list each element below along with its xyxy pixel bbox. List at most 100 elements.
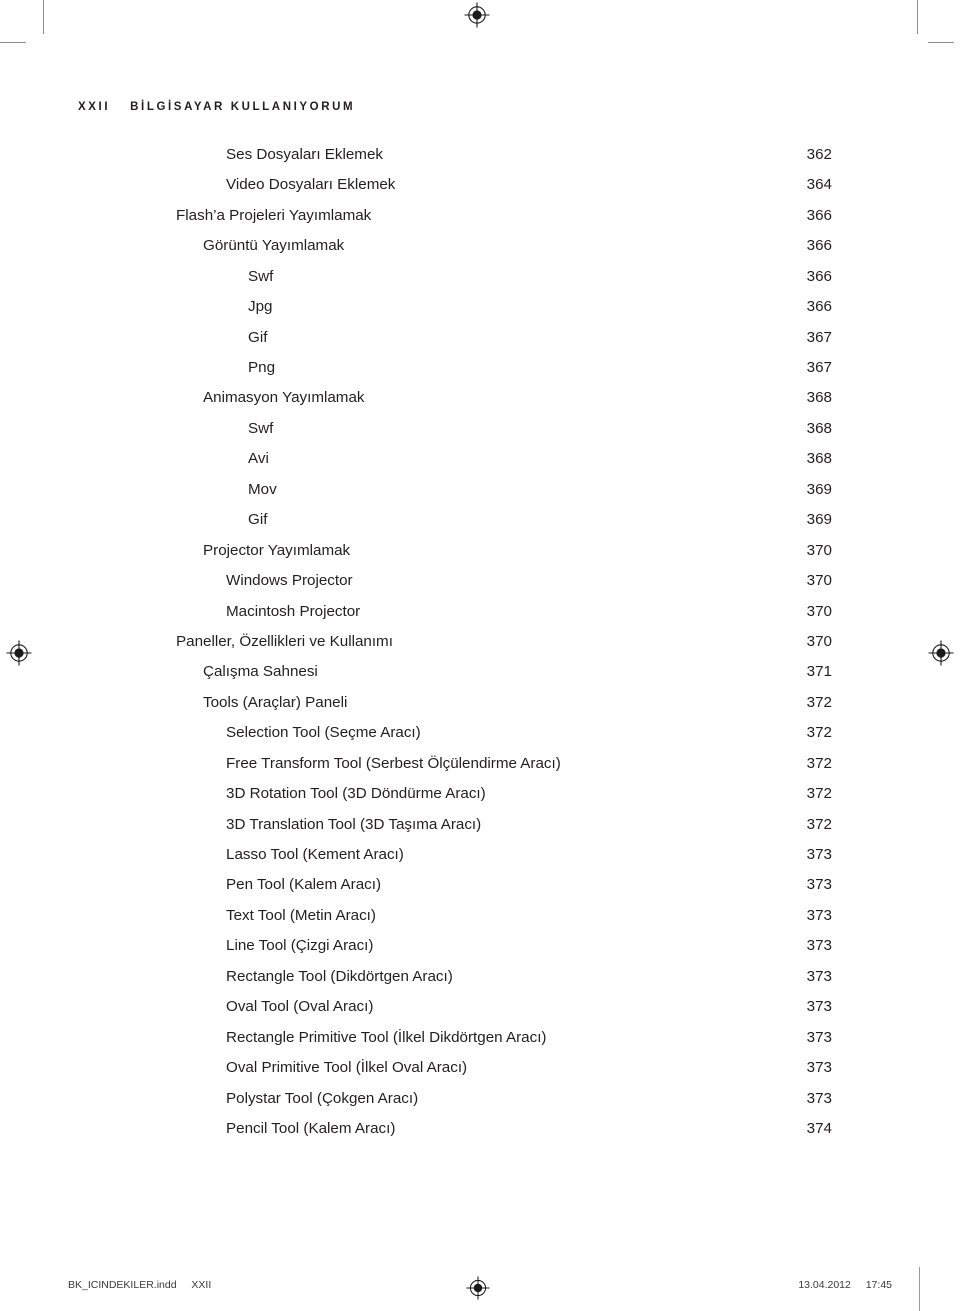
- toc-entry[interactable]: Avi 368: [78, 444, 832, 474]
- toc-entry[interactable]: Gif 367: [78, 323, 832, 353]
- toc-entry[interactable]: Video Dosyaları Eklemek 364: [78, 170, 832, 200]
- toc-entry-page-number: 366: [806, 237, 832, 255]
- toc-entry-page-number: 366: [806, 206, 832, 224]
- toc-entry-page-number: 372: [806, 754, 832, 772]
- toc-entry[interactable]: Projector Yayımlamak 370: [78, 536, 832, 566]
- toc-entry-title: Oval Tool (Oval Aracı): [226, 998, 374, 1016]
- registration-mark-right-middle: [928, 640, 954, 666]
- toc-entry-title: Swf: [248, 267, 274, 285]
- toc-entry-title: Avi: [248, 450, 269, 468]
- toc-entry-page-number: 374: [806, 1119, 832, 1137]
- toc-entry[interactable]: Png 367: [78, 353, 832, 383]
- toc-entry-title: Text Tool (Metin Aracı): [226, 906, 376, 924]
- toc-entry-page-number: 370: [806, 632, 832, 650]
- toc-entry-page-number: 373: [806, 1089, 832, 1107]
- toc-entry-page-number: 373: [806, 906, 832, 924]
- toc-entry-page-number: 370: [806, 541, 832, 559]
- toc-entry[interactable]: Çalışma Sahnesi 371: [78, 657, 832, 687]
- toc-entry-title: Swf: [248, 419, 274, 437]
- toc-entry[interactable]: Animasyon Yayımlamak 368: [78, 384, 832, 414]
- toc-entry[interactable]: Paneller, Özellikleri ve Kullanımı 370: [78, 627, 832, 657]
- toc-entry-page-number: 372: [806, 815, 832, 833]
- crop-mark-top-right-vertical: [917, 0, 918, 34]
- toc-entry-title: Flash’a Projeleri Yayımlamak: [176, 206, 372, 224]
- toc-entry[interactable]: 3D Translation Tool (3D Taşıma Aracı) 372: [78, 810, 832, 840]
- toc-entry[interactable]: Rectangle Primitive Tool (İlkel Dikdörtg…: [78, 1023, 832, 1053]
- toc-entry[interactable]: Windows Projector 370: [78, 566, 832, 596]
- toc-entry[interactable]: Oval Tool (Oval Aracı) 373: [78, 992, 832, 1022]
- toc-entry-page-number: 364: [806, 176, 832, 194]
- footer-filename-block: BK_ICINDEKILER.indd XXII: [68, 1279, 211, 1291]
- running-head-folio: XXII: [78, 101, 111, 113]
- toc-entry[interactable]: Jpg 366: [78, 292, 832, 322]
- toc-entry-title: Çalışma Sahnesi: [203, 663, 318, 681]
- toc-entry-page-number: 368: [806, 419, 832, 437]
- toc-entry-title: Lasso Tool (Kement Aracı): [226, 846, 404, 864]
- toc-entry-page-number: 373: [806, 876, 832, 894]
- toc-entry-title: Line Tool (Çizgi Aracı): [226, 937, 374, 955]
- toc-entry-title: Windows Projector: [226, 572, 353, 590]
- toc-entry-page-number: 366: [806, 267, 832, 285]
- toc-entry[interactable]: Swf 368: [78, 414, 832, 444]
- toc-entry-page-number: 369: [806, 511, 832, 529]
- toc-entry[interactable]: Macintosh Projector 370: [78, 597, 832, 627]
- toc-entry[interactable]: Mov 369: [78, 475, 832, 505]
- registration-mark-left-middle: [6, 640, 32, 666]
- toc-entry[interactable]: Görüntü Yayımlamak 366: [78, 231, 832, 261]
- toc-entry-title: Paneller, Özellikleri ve Kullanımı: [176, 632, 393, 650]
- footer-timestamp-block: 13.04.2012 17:45: [798, 1279, 892, 1291]
- page-footer: BK_ICINDEKILER.indd XXII 13.04.2012 17:4…: [0, 1267, 960, 1311]
- toc-entry-title: Free Transform Tool (Serbest Ölçülendirm…: [226, 754, 561, 772]
- footer-date: 13.04.2012: [798, 1279, 851, 1291]
- running-head: XXII BİLGİSAYAR KULLANIYORUM: [78, 101, 355, 113]
- toc-entry-page-number: 362: [806, 145, 832, 163]
- toc-entry-title: Gif: [248, 328, 268, 346]
- toc-entry[interactable]: Rectangle Tool (Dikdörtgen Aracı) 373: [78, 962, 832, 992]
- toc-entry-title: Mov: [248, 480, 277, 498]
- toc-entry-title: Tools (Araçlar) Paneli: [203, 693, 348, 711]
- toc-entry[interactable]: Selection Tool (Seçme Aracı) 372: [78, 718, 832, 748]
- toc-entry-page-number: 373: [806, 846, 832, 864]
- toc-entry-title: Ses Dosyaları Eklemek: [226, 145, 383, 163]
- toc-entry[interactable]: Line Tool (Çizgi Aracı) 373: [78, 931, 832, 961]
- toc-entry[interactable]: Free Transform Tool (Serbest Ölçülendirm…: [78, 749, 832, 779]
- toc-entry-title: Polystar Tool (Çokgen Aracı): [226, 1089, 419, 1107]
- toc-entry-page-number: 366: [806, 298, 832, 316]
- toc-entry[interactable]: Gif 369: [78, 505, 832, 535]
- toc-entry-title: Animasyon Yayımlamak: [203, 389, 365, 407]
- toc-entry-page-number: 369: [806, 480, 832, 498]
- running-head-title: BİLGİSAYAR KULLANIYORUM: [130, 101, 356, 113]
- toc-entry-page-number: 367: [806, 328, 832, 346]
- toc-entry-page-number: 373: [806, 967, 832, 985]
- toc-entry[interactable]: Flash’a Projeleri Yayımlamak 366: [78, 201, 832, 231]
- toc-entry-page-number: 370: [806, 602, 832, 620]
- toc-entry[interactable]: Swf 366: [78, 262, 832, 292]
- toc-entry-title: Pen Tool (Kalem Aracı): [226, 876, 382, 894]
- toc-entry-title: Görüntü Yayımlamak: [203, 237, 345, 255]
- toc-entry-page-number: 371: [806, 663, 832, 681]
- crop-mark-top-left-horizontal: [0, 42, 26, 43]
- toc-entry-title: Jpg: [248, 298, 273, 316]
- toc-entry-title: Video Dosyaları Eklemek: [226, 176, 396, 194]
- toc-entry[interactable]: Oval Primitive Tool (İlkel Oval Aracı) 37…: [78, 1053, 832, 1083]
- toc-entry[interactable]: Polystar Tool (Çokgen Aracı) 373: [78, 1084, 832, 1114]
- toc-entry[interactable]: Ses Dosyaları Eklemek 362: [78, 140, 832, 170]
- toc-entry[interactable]: Lasso Tool (Kement Aracı) 373: [78, 840, 832, 870]
- footer-time: 17:45: [865, 1279, 892, 1291]
- toc-entry-title: 3D Rotation Tool (3D Döndürme Aracı): [226, 785, 486, 803]
- toc-entry-page-number: 367: [806, 359, 832, 377]
- toc-entry-page-number: 373: [806, 1059, 832, 1077]
- toc-entry[interactable]: Text Tool (Metin Aracı) 373: [78, 901, 832, 931]
- toc-entry-title: Pencil Tool (Kalem Aracı): [226, 1119, 396, 1137]
- toc-entry[interactable]: Pencil Tool (Kalem Aracı) 374: [78, 1114, 832, 1144]
- toc-entry[interactable]: 3D Rotation Tool (3D Döndürme Aracı) 372: [78, 779, 832, 809]
- toc-entry[interactable]: Pen Tool (Kalem Aracı) 373: [78, 871, 832, 901]
- toc-entry-page-number: 368: [806, 450, 832, 468]
- toc-entry-title: Oval Primitive Tool (İlkel Oval Aracı): [226, 1059, 468, 1077]
- crop-mark-top-right-horizontal: [928, 42, 954, 43]
- toc-entry-title: 3D Translation Tool (3D Taşıma Aracı): [226, 815, 482, 833]
- toc-entry-page-number: 373: [806, 937, 832, 955]
- toc-entry[interactable]: Tools (Araçlar) Paneli 372: [78, 688, 832, 718]
- toc-entry-page-number: 368: [806, 389, 832, 407]
- toc-entry-page-number: 372: [806, 724, 832, 742]
